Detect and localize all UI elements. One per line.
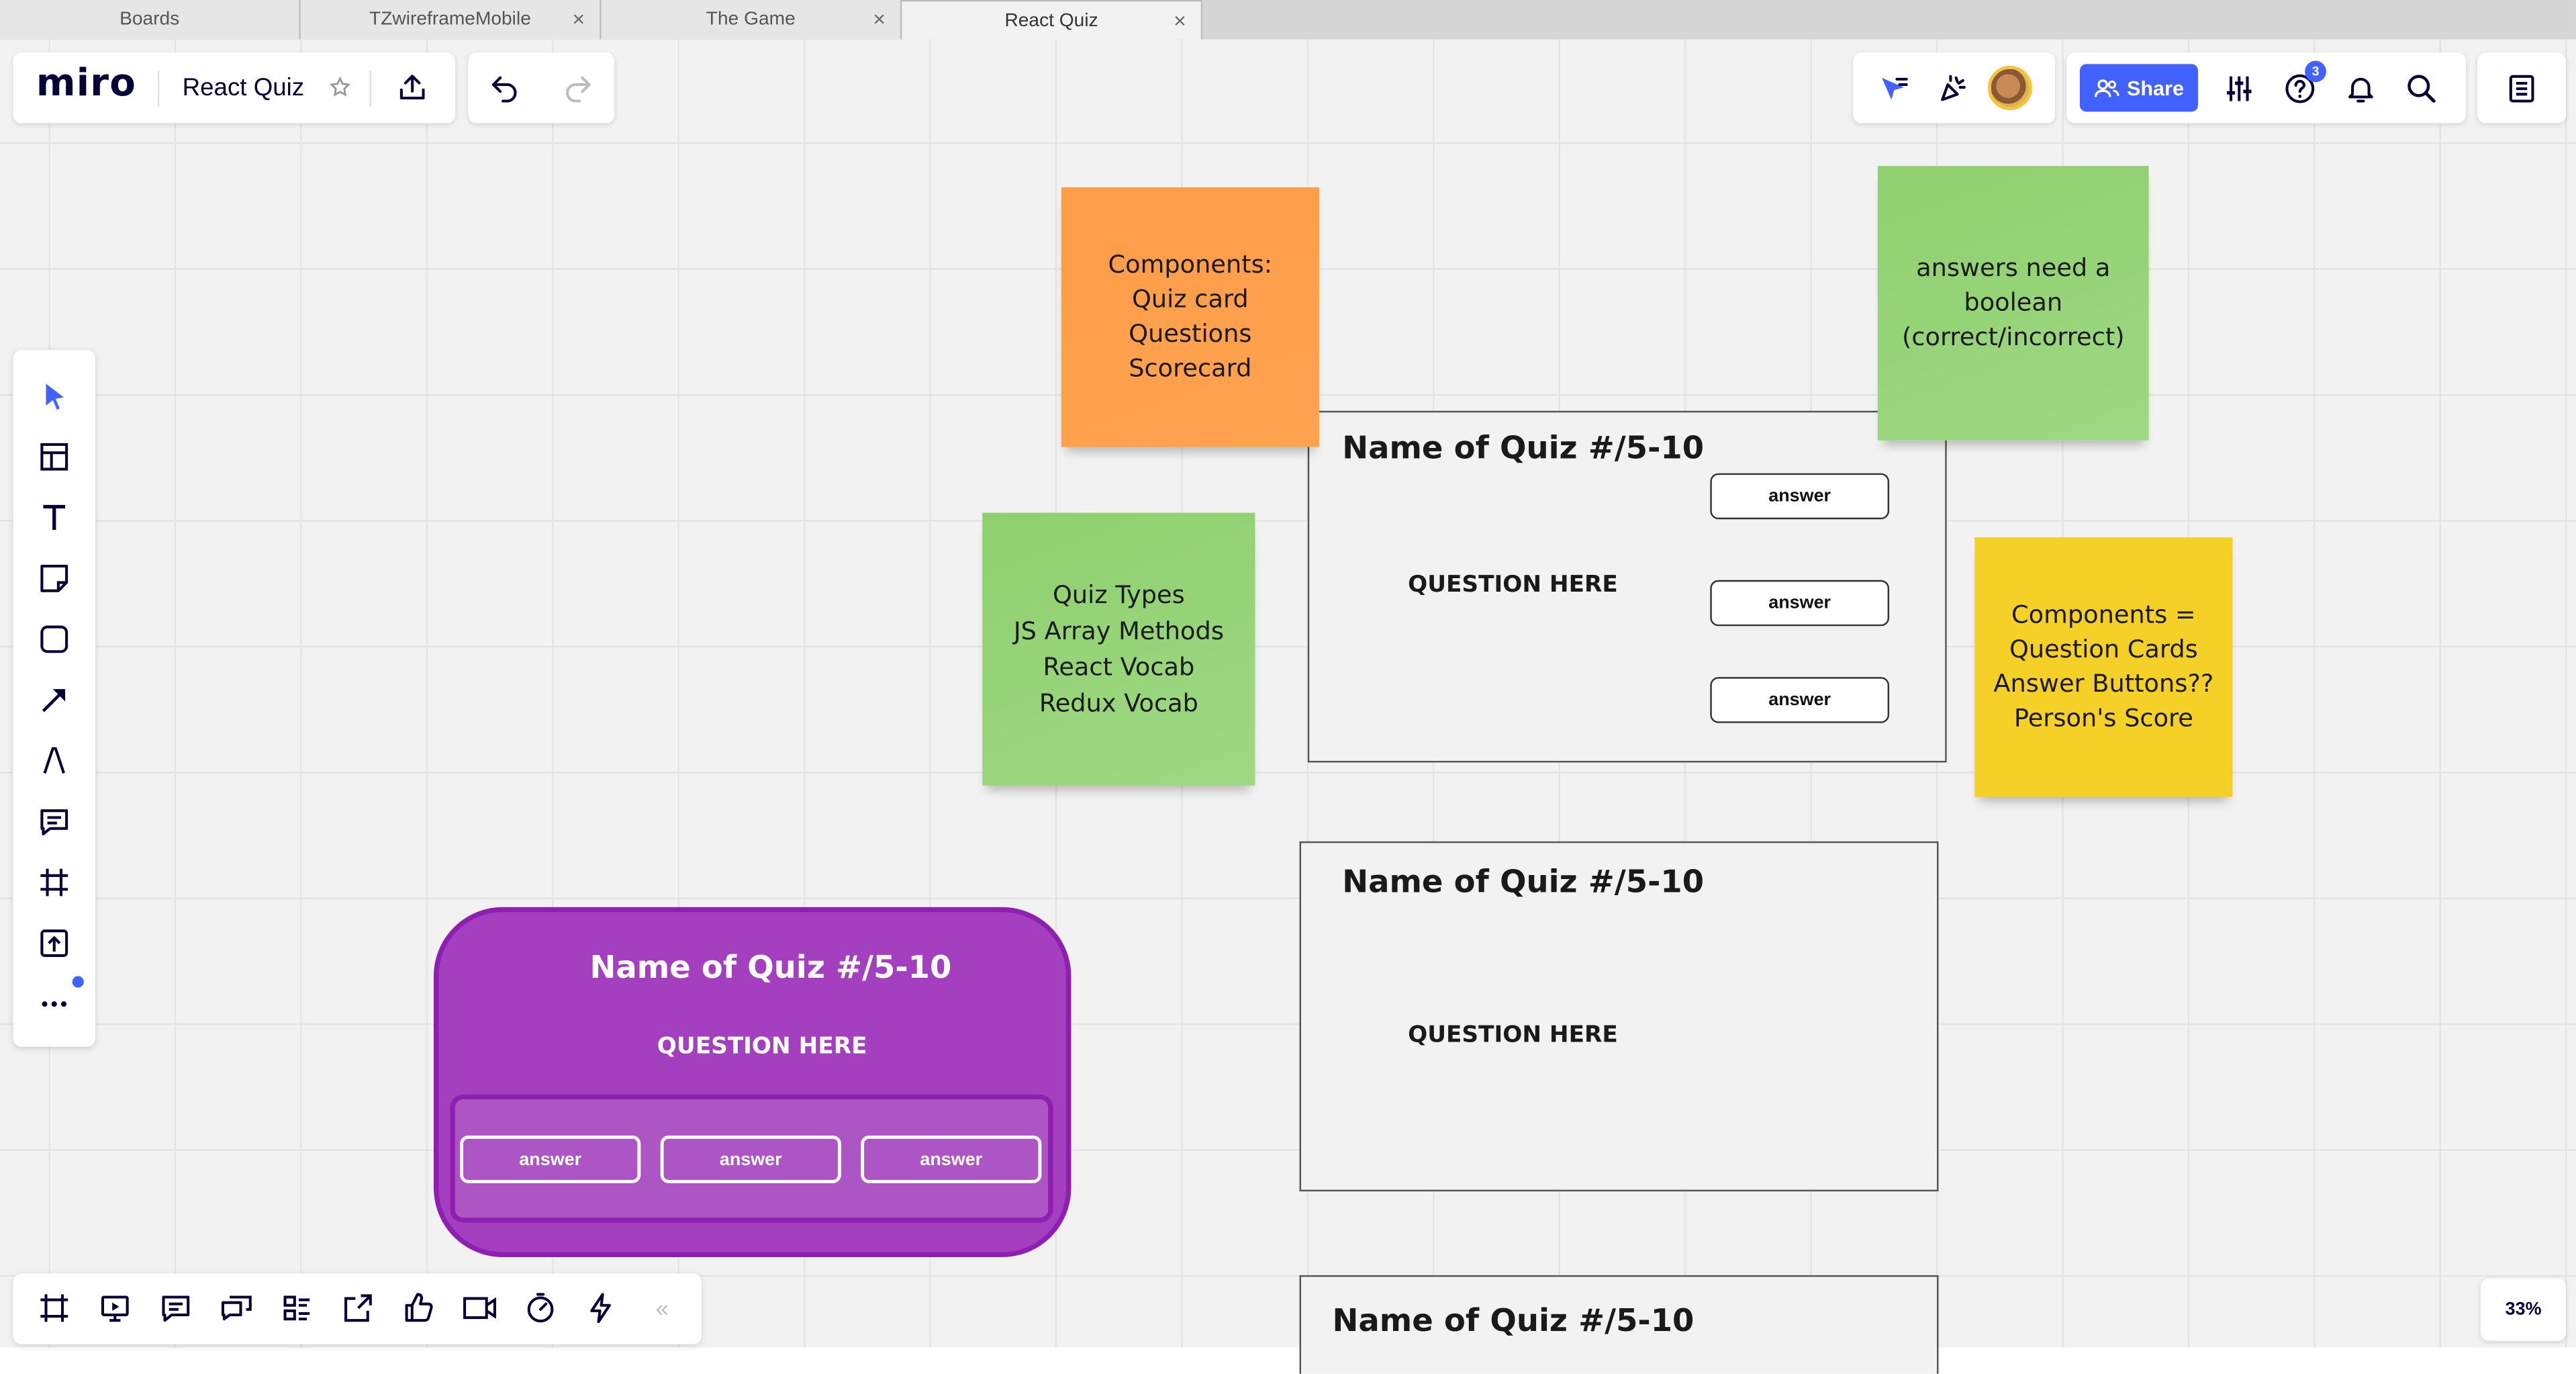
question-text: QUESTION HERE bbox=[1408, 1022, 1618, 1049]
redo-icon[interactable] bbox=[560, 71, 596, 107]
tab-tzwireframemobile[interactable]: TZwireframeMobile × bbox=[300, 0, 602, 40]
answer-button[interactable]: answer bbox=[1710, 677, 1890, 723]
browser-tab-bar: Boards TZwireframeMobile × The Game × Reac… bbox=[0, 0, 2576, 40]
quiz-card-title: Name of Quiz #/5-10 bbox=[1342, 430, 1705, 467]
close-icon[interactable]: × bbox=[573, 7, 585, 32]
comments-icon[interactable] bbox=[156, 1288, 195, 1328]
undo-icon[interactable] bbox=[486, 71, 522, 107]
quiz-card-title: Name of Quiz #/5-10 bbox=[589, 950, 952, 987]
board-menu-icon[interactable] bbox=[2503, 71, 2540, 107]
share-screen-icon[interactable] bbox=[338, 1288, 378, 1328]
sticky-note-orange[interactable]: Components: Quiz card Questions Scorecar… bbox=[1061, 187, 1319, 447]
answer-button[interactable]: answer bbox=[861, 1135, 1042, 1183]
chat-icon[interactable] bbox=[217, 1288, 256, 1328]
activity-icon[interactable] bbox=[581, 1288, 621, 1328]
frame-icon[interactable] bbox=[34, 863, 74, 903]
board-header-panel: miro React Quiz bbox=[13, 52, 455, 124]
collapse-icon[interactable]: « bbox=[642, 1288, 682, 1328]
answer-button[interactable]: answer bbox=[1710, 473, 1890, 520]
question-text: QUESTION HERE bbox=[1408, 571, 1618, 598]
quiz-card-title: Name of Quiz #/5-10 bbox=[1332, 1303, 1695, 1340]
divider bbox=[157, 71, 160, 107]
users-icon bbox=[2094, 78, 2119, 97]
search-icon[interactable] bbox=[2403, 71, 2440, 107]
more-icon[interactable] bbox=[34, 984, 74, 1024]
quiz-card-title: Name of Quiz #/5-10 bbox=[1342, 864, 1705, 901]
timer-icon[interactable] bbox=[521, 1288, 561, 1328]
answer-button[interactable]: answer bbox=[1710, 580, 1890, 627]
answer-button[interactable]: answer bbox=[660, 1135, 841, 1183]
templates-icon[interactable] bbox=[34, 437, 74, 477]
tab-label: Boards bbox=[120, 9, 180, 30]
board-menu-panel bbox=[2477, 52, 2567, 124]
settings-sliders-icon[interactable] bbox=[2221, 71, 2257, 107]
notification-count-badge: 3 bbox=[2305, 60, 2326, 83]
user-avatar[interactable] bbox=[1987, 65, 2032, 110]
answer-button[interactable]: answer bbox=[460, 1135, 641, 1183]
tab-label: TZwireframeMobile bbox=[369, 9, 531, 30]
new-feature-dot bbox=[72, 976, 84, 988]
select-icon[interactable] bbox=[34, 376, 74, 416]
star-icon[interactable] bbox=[326, 73, 355, 102]
sticky-note-green[interactable]: Quiz Types JS Array Methods React Vocab … bbox=[982, 512, 1255, 786]
text-icon[interactable] bbox=[34, 498, 74, 537]
shape-icon[interactable] bbox=[34, 620, 74, 659]
voting-icon[interactable] bbox=[399, 1288, 439, 1328]
pen-icon[interactable] bbox=[34, 741, 74, 781]
frames-icon[interactable] bbox=[34, 1288, 74, 1328]
miro-board-canvas[interactable]: Boards TZwireframeMobile × The Game × Reac… bbox=[0, 0, 2576, 1374]
tab-react-quiz[interactable]: React Quiz × bbox=[902, 0, 1203, 40]
celebrate-icon[interactable] bbox=[1936, 71, 1972, 107]
share-button[interactable]: Share bbox=[2079, 64, 2199, 112]
sticky-note-yellow[interactable]: Components = Question Cards Answer Butto… bbox=[1974, 537, 2233, 797]
zoom-level[interactable]: 33% bbox=[2480, 1278, 2567, 1341]
upload-icon[interactable] bbox=[34, 923, 74, 963]
bottom-toolbar: « bbox=[13, 1273, 702, 1344]
close-icon[interactable]: × bbox=[1174, 8, 1186, 33]
tab-label: The Game bbox=[706, 9, 796, 30]
divider bbox=[369, 71, 372, 107]
undo-redo-panel bbox=[468, 52, 615, 124]
cards-icon[interactable] bbox=[278, 1288, 318, 1328]
share-label: Share bbox=[2126, 76, 2184, 100]
tab-label: React Quiz bbox=[1004, 10, 1098, 31]
question-text: QUESTION HERE bbox=[657, 1034, 867, 1060]
bell-icon[interactable] bbox=[2342, 71, 2379, 107]
miro-logo[interactable]: miro bbox=[36, 62, 136, 105]
tab-boards[interactable]: Boards bbox=[0, 0, 301, 40]
close-icon[interactable]: × bbox=[873, 7, 886, 32]
export-icon[interactable] bbox=[394, 69, 430, 105]
sticky-note-green[interactable]: answers need a boolean (correct/incorrec… bbox=[1877, 166, 2149, 441]
board-title[interactable]: React Quiz bbox=[183, 74, 305, 102]
sticky-note-icon[interactable] bbox=[34, 559, 74, 598]
comment-icon[interactable] bbox=[34, 802, 74, 841]
attention-management-icon[interactable] bbox=[1876, 71, 1912, 107]
video-icon[interactable] bbox=[460, 1288, 499, 1328]
presentation-icon[interactable] bbox=[95, 1288, 135, 1328]
tab-the-game[interactable]: The Game × bbox=[601, 0, 902, 40]
arrow-icon[interactable] bbox=[34, 680, 74, 720]
left-toolbar bbox=[13, 350, 95, 1047]
